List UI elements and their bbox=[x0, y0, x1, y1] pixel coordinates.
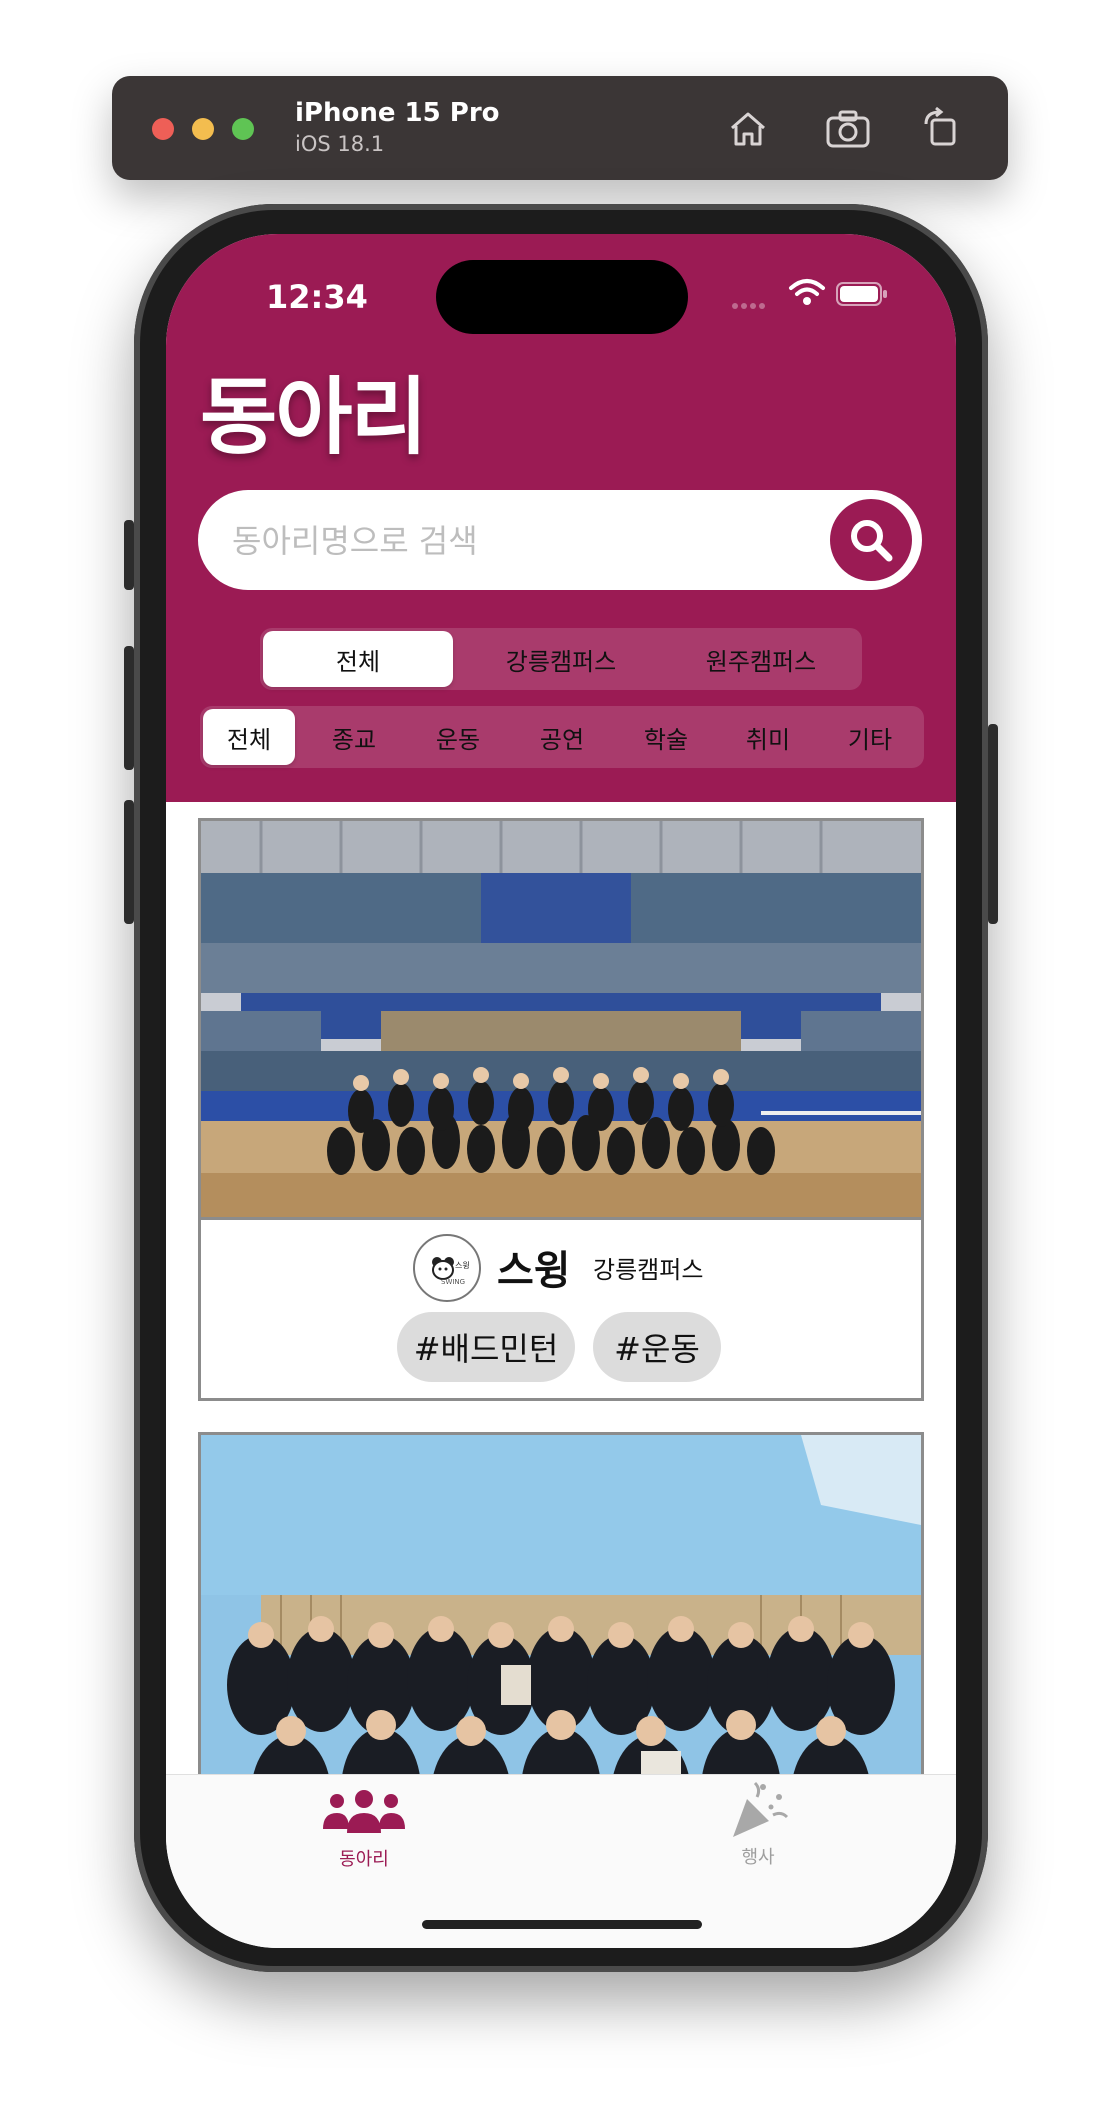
club-tag[interactable]: #배드민턴 bbox=[397, 1312, 575, 1382]
status-time: 12:34 bbox=[266, 278, 368, 316]
zoom-window-button[interactable] bbox=[232, 118, 254, 140]
device-name: iPhone 15 Pro bbox=[295, 98, 500, 128]
category-option-religion[interactable]: 종교 bbox=[304, 709, 404, 765]
home-indicator bbox=[422, 1920, 702, 1929]
wifi-icon bbox=[789, 279, 825, 305]
group-photo bbox=[201, 1435, 921, 1814]
action-button bbox=[124, 520, 134, 590]
club-info: 스윙 SWING 스윙 강릉캠퍼스 #배드민턴 #운동 bbox=[201, 1220, 921, 1398]
app-screen: 12:34 동아리 전체 강릉캠퍼스 원주캠퍼스 bbox=[166, 234, 956, 1948]
club-photo bbox=[201, 821, 921, 1220]
os-version: iOS 18.1 bbox=[295, 132, 385, 156]
volume-up-button bbox=[124, 646, 134, 770]
dynamic-island bbox=[436, 260, 688, 334]
party-popper-icon bbox=[733, 1781, 789, 1837]
people-group-icon bbox=[323, 1790, 405, 1833]
bear-logo-icon: 스윙 SWING bbox=[432, 1257, 470, 1286]
search-bar bbox=[198, 490, 922, 592]
club-tag[interactable]: #운동 bbox=[593, 1312, 721, 1382]
tab-events-label: 행사 bbox=[741, 1847, 775, 1868]
volume-down-button bbox=[124, 800, 134, 924]
rotate-button[interactable] bbox=[918, 106, 966, 150]
home-icon bbox=[731, 112, 765, 146]
page-title: 동아리 bbox=[200, 368, 428, 466]
rotate-icon bbox=[924, 106, 956, 146]
club-list: 스윙 SWING 스윙 강릉캠퍼스 #배드민턴 #운동 bbox=[166, 802, 956, 1814]
category-option-sports[interactable]: 운동 bbox=[408, 709, 508, 765]
category-option-hobby[interactable]: 취미 bbox=[718, 709, 818, 765]
minimize-window-button[interactable] bbox=[192, 118, 214, 140]
category-option-academic[interactable]: 학술 bbox=[616, 709, 716, 765]
campus-option-gangneung[interactable]: 강릉캠퍼스 bbox=[463, 631, 659, 687]
search-input[interactable] bbox=[230, 490, 814, 592]
svg-text:SWING: SWING bbox=[441, 1278, 465, 1286]
campus-option-wonju[interactable]: 원주캠퍼스 bbox=[663, 631, 859, 687]
battery-icon bbox=[836, 282, 887, 306]
close-window-button[interactable] bbox=[152, 118, 174, 140]
club-card[interactable]: 스윙 SWING 스윙 강릉캠퍼스 #배드민턴 #운동 bbox=[198, 818, 924, 1401]
status-dots bbox=[732, 294, 774, 309]
simulator-title-bar: iPhone 15 Pro iOS 18.1 bbox=[112, 76, 1008, 180]
svg-text:스윙: 스윙 bbox=[455, 1260, 470, 1270]
home-button[interactable] bbox=[724, 106, 772, 150]
search-icon bbox=[851, 520, 893, 562]
club-logo: 스윙 SWING bbox=[413, 1234, 481, 1302]
campus-option-all[interactable]: 전체 bbox=[263, 631, 453, 687]
search-button[interactable] bbox=[830, 499, 912, 581]
club-campus: 강릉캠퍼스 bbox=[593, 1256, 704, 1284]
tab-clubs[interactable]: 동아리 bbox=[294, 1789, 434, 1879]
power-button bbox=[988, 724, 998, 924]
gym-group-photo bbox=[201, 821, 921, 1217]
club-card[interactable] bbox=[198, 1432, 924, 1814]
tab-events[interactable]: 행사 bbox=[688, 1781, 828, 1879]
club-name: 스윙 bbox=[497, 1248, 571, 1294]
tab-clubs-label: 동아리 bbox=[339, 1849, 389, 1870]
category-option-performance[interactable]: 공연 bbox=[512, 709, 612, 765]
category-option-other[interactable]: 기타 bbox=[820, 709, 920, 765]
campus-segmented-control: 전체 강릉캠퍼스 원주캠퍼스 bbox=[260, 628, 862, 690]
screenshot-icon bbox=[826, 110, 870, 148]
app-header: 12:34 동아리 전체 강릉캠퍼스 원주캠퍼스 bbox=[166, 234, 956, 802]
club-photo bbox=[201, 1435, 921, 1814]
category-option-all[interactable]: 전체 bbox=[203, 709, 295, 765]
screenshot-button[interactable] bbox=[824, 106, 872, 150]
category-segmented-control: 전체 종교 운동 공연 학술 취미 기타 bbox=[200, 706, 924, 768]
